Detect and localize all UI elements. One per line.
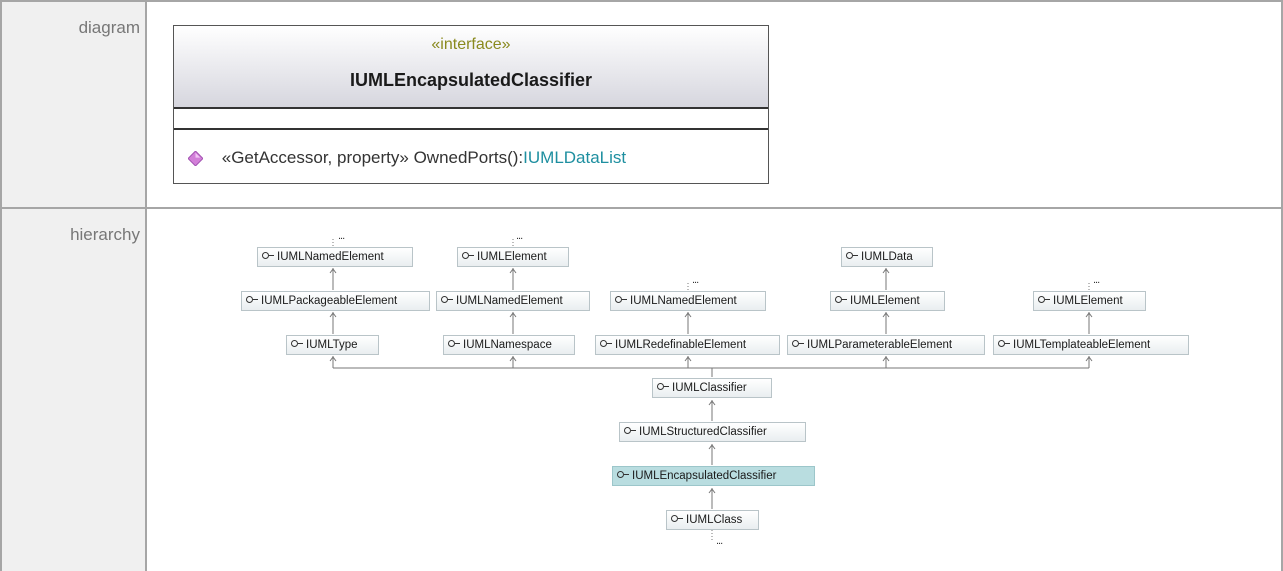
hierarchy-node[interactable]: IUMLRedefinableElement	[595, 335, 780, 355]
hierarchy-node-label: IUMLRedefinableElement	[615, 339, 747, 351]
lollipop-stem	[631, 430, 636, 432]
ellipsis-named1: ...	[338, 230, 345, 242]
interface-lollipop-icon	[615, 296, 622, 304]
hierarchy-node-label: IUMLData	[861, 251, 913, 263]
hierarchy-node-label: IUMLNamedElement	[277, 251, 384, 263]
hierarchy-node-label: IUMLClassifier	[672, 382, 747, 394]
interface-lollipop-icon	[246, 296, 253, 304]
interface-lollipop-icon	[462, 252, 469, 260]
hierarchy-node[interactable]: IUMLPackageableElement	[241, 291, 430, 311]
lollipop-stem	[1045, 299, 1050, 301]
hierarchy-node-label: IUMLNamedElement	[630, 295, 737, 307]
ellipsis-elem1: ...	[516, 230, 523, 242]
lollipop-stem	[842, 299, 847, 301]
hierarchy-node-label: IUMLElement	[477, 251, 547, 263]
hierarchy-node-label: IUMLTemplateableElement	[1013, 339, 1151, 351]
lollipop-stem	[607, 343, 612, 345]
lollipop-stem	[455, 343, 460, 345]
interface-lollipop-icon	[600, 340, 607, 348]
lollipop-stem	[853, 255, 858, 257]
hierarchy-node-label: IUMLNamedElement	[456, 295, 563, 307]
hierarchy-node[interactable]: IUMLElement	[457, 247, 569, 267]
interface-lollipop-icon	[448, 340, 455, 348]
interface-lollipop-icon	[792, 340, 799, 348]
lollipop-stem	[664, 386, 669, 388]
hierarchy-node[interactable]: IUMLClass	[666, 510, 759, 530]
lollipop-stem	[469, 255, 474, 257]
hierarchy-node-label: IUMLType	[306, 339, 358, 351]
ellipsis-elem3: ...	[1093, 274, 1100, 286]
hierarchy-node-label: IUMLElement	[1053, 295, 1123, 307]
interface-lollipop-icon	[1038, 296, 1045, 304]
hierarchy-node[interactable]: IUMLData	[841, 247, 933, 267]
documentation-table: diagram «interface» IUMLEncapsulatedClas…	[0, 0, 1283, 571]
hierarchy-node[interactable]: IUMLElement	[830, 291, 945, 311]
lollipop-stem	[298, 343, 303, 345]
hierarchy-node[interactable]: IUMLTemplateableElement	[993, 335, 1189, 355]
interface-lollipop-icon	[998, 340, 1005, 348]
hierarchy-node[interactable]: IUMLParameterableElement	[787, 335, 985, 355]
hierarchy-node[interactable]: IUMLNamespace	[443, 335, 575, 355]
lollipop-stem	[622, 299, 627, 301]
hierarchy-node[interactable]: IUMLNamedElement	[610, 291, 766, 311]
hierarchy-node[interactable]: IUMLNamedElement	[436, 291, 590, 311]
lollipop-stem	[799, 343, 804, 345]
interface-lollipop-icon	[657, 383, 664, 391]
hierarchy-node-label: IUMLNamespace	[463, 339, 552, 351]
interface-lollipop-icon	[291, 340, 298, 348]
lollipop-stem	[253, 299, 258, 301]
interface-lollipop-icon	[846, 252, 853, 260]
interface-lollipop-icon	[617, 471, 624, 479]
hierarchy-node-selected[interactable]: IUMLEncapsulatedClassifier	[612, 466, 815, 486]
hierarchy-node[interactable]: IUMLClassifier	[652, 378, 772, 398]
hierarchy-node[interactable]: IUMLElement	[1033, 291, 1146, 311]
hierarchy-node[interactable]: IUMLNamedElement	[257, 247, 413, 267]
interface-lollipop-icon	[441, 296, 448, 304]
lollipop-stem	[269, 255, 274, 257]
interface-lollipop-icon	[671, 515, 678, 523]
hierarchy-node-label: IUMLStructuredClassifier	[639, 426, 767, 438]
hierarchy-node[interactable]: IUMLStructuredClassifier	[619, 422, 806, 442]
hierarchy-node-label: IUMLParameterableElement	[807, 339, 953, 351]
lollipop-stem	[448, 299, 453, 301]
interface-lollipop-icon	[835, 296, 842, 304]
hierarchy-node[interactable]: IUMLType	[286, 335, 379, 355]
interface-lollipop-icon	[262, 252, 269, 260]
ellipsis-named3: ...	[692, 274, 699, 286]
hierarchy-node-label: IUMLPackageableElement	[261, 295, 398, 307]
hierarchy-node-label: IUMLClass	[686, 514, 743, 526]
hierarchy-node-label: IUMLElement	[850, 295, 920, 307]
lollipop-stem	[1005, 343, 1010, 345]
interface-lollipop-icon	[624, 427, 631, 435]
lollipop-stem	[624, 474, 629, 476]
ellipsis-class: ...	[716, 535, 723, 547]
hierarchy-node-label: IUMLEncapsulatedClassifier	[632, 470, 777, 482]
lollipop-stem	[678, 518, 683, 520]
